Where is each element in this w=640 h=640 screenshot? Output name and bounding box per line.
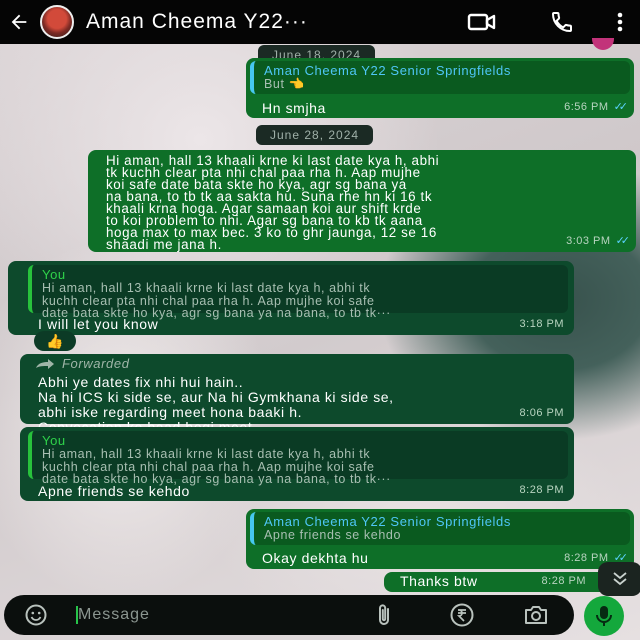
quoted-message[interactable]: You Hi aman, hall 13 khaali krne ki last… [28, 265, 568, 319]
message-time: 3:03 PM ✓✓ [566, 235, 631, 247]
quoted-sender: You [42, 433, 66, 448]
contact-name[interactable]: Aman Cheema Y22··· [86, 10, 406, 34]
read-ticks-icon: ✓✓ [613, 101, 629, 113]
quoted-sender: You [42, 267, 66, 282]
quoted-message[interactable]: Aman Cheema Y22 Senior Springfields Apne… [250, 512, 630, 545]
scroll-down-icon[interactable] [598, 562, 640, 596]
message-time: 3:18 PM [519, 318, 564, 330]
quoted-text: But 👈 [264, 77, 305, 91]
emoji-icon[interactable] [14, 595, 58, 635]
microphone-icon[interactable] [584, 596, 624, 636]
message-time: 8:28 PM [541, 575, 586, 587]
message-input-bar [4, 595, 574, 635]
reaction-badge[interactable]: 👍 [34, 331, 76, 351]
forwarded-label: Forwarded [20, 354, 574, 371]
quoted-message[interactable]: Aman Cheema Y22 Senior Springfields But … [250, 61, 630, 94]
quoted-text: Hi aman, hall 13 khaali krne ki last dat… [42, 281, 391, 320]
message-time: 8:28 PM [519, 484, 564, 496]
message-input[interactable] [78, 595, 278, 635]
attach-icon[interactable] [364, 595, 404, 635]
forward-icon [36, 358, 54, 369]
camera-icon[interactable] [514, 595, 558, 635]
outgoing-message[interactable]: Hi aman, hall 13 khaali krne ki last dat… [88, 150, 636, 252]
message-time: 8:06 PM [519, 407, 564, 419]
message-text: Abhi ye dates fix nhi hui hain.. Na hi I… [38, 374, 394, 435]
quoted-sender: Aman Cheema Y22 Senior Springfields [264, 514, 511, 529]
incoming-message[interactable]: You Hi aman, hall 13 khaali krne ki last… [8, 261, 574, 335]
chat-header: Aman Cheema Y22··· [0, 0, 640, 44]
voice-call-icon[interactable] [540, 0, 584, 44]
outgoing-message[interactable]: Aman Cheema Y22 Senior Springfields But … [246, 58, 634, 118]
incoming-message[interactable]: Forwarded Abhi ye dates fix nhi hui hain… [20, 354, 574, 435]
message-text: Hi aman, hall 13 khaali krne ki last dat… [106, 153, 440, 252]
avatar[interactable] [40, 5, 74, 39]
read-ticks-icon: ✓✓ [615, 235, 631, 247]
incoming-message[interactable]: You Hi aman, hall 13 khaali krne ki last… [20, 427, 574, 501]
date-separator: June 28, 2024 [256, 125, 374, 145]
video-call-icon[interactable] [460, 0, 504, 44]
back-arrow-icon[interactable] [0, 0, 38, 44]
quoted-message[interactable]: You Hi aman, hall 13 khaali krne ki last… [28, 431, 568, 485]
rupee-payment-icon[interactable] [440, 595, 484, 635]
message-time: 6:56 PM ✓✓ [564, 101, 629, 113]
message-text: Apne friends se kehdo [38, 483, 190, 499]
quoted-text: Hi aman, hall 13 khaali krne ki last dat… [42, 447, 391, 486]
quoted-sender: Aman Cheema Y22 Senior Springfields [264, 63, 511, 78]
quoted-text: Apne friends se kehdo [264, 528, 401, 542]
outgoing-message[interactable]: Aman Cheema Y22 Senior Springfields Apne… [246, 509, 634, 569]
